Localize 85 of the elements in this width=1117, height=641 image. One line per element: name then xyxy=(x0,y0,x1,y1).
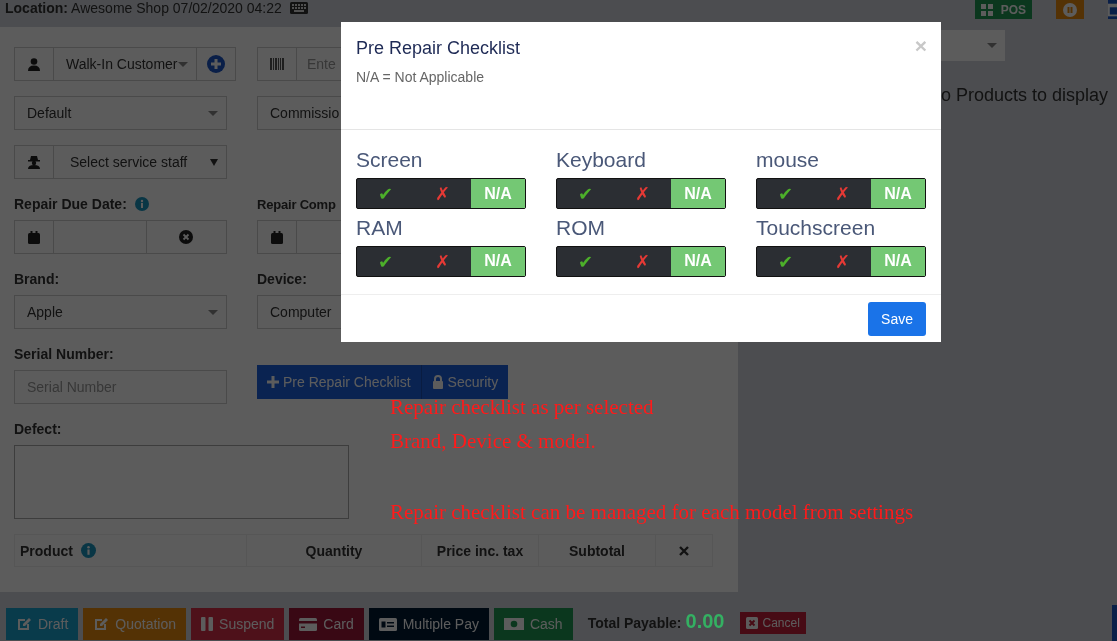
plus-icon xyxy=(267,376,279,388)
pause-button[interactable] xyxy=(1056,0,1084,19)
lock-icon xyxy=(431,375,444,389)
payment-button[interactable]: Multiple Pay xyxy=(368,608,489,640)
window-icon xyxy=(1108,2,1117,17)
field-label: Device: xyxy=(257,271,307,287)
save-button[interactable]: Save xyxy=(868,301,926,336)
toggle-option[interactable]: N/A xyxy=(871,246,925,276)
field-label: Serial Number: xyxy=(14,346,114,362)
close-icon[interactable] xyxy=(679,545,689,556)
customer-select[interactable]: Walk-In Customer xyxy=(14,47,236,81)
user-icon xyxy=(28,57,40,71)
date-field[interactable] xyxy=(14,220,227,254)
info-icon[interactable] xyxy=(134,197,149,211)
money-icon xyxy=(378,617,397,631)
banknote-icon xyxy=(503,618,524,630)
checklist-label: Screen xyxy=(356,148,424,172)
calendar-icon xyxy=(28,230,40,244)
brand-select[interactable]: Apple xyxy=(14,295,227,329)
empty-products-message: o Products to display xyxy=(941,85,1110,106)
close-button[interactable]: × xyxy=(914,34,927,58)
location-text: Location: Awesome Shop 07/02/2020 04:22 xyxy=(5,0,282,16)
clear-icon[interactable] xyxy=(179,230,194,244)
column-header: Quantity xyxy=(247,535,422,566)
edit-icon xyxy=(16,616,32,632)
field-label: Defect: xyxy=(14,421,62,437)
total-payable-label: Total Payable: xyxy=(587,615,682,631)
annotation-text: Brand, Device & model. xyxy=(390,428,597,455)
column-header: Price inc. tax xyxy=(422,535,539,566)
toggle-option[interactable]: ✗ xyxy=(414,179,471,208)
security-button[interactable]: Security xyxy=(420,365,509,399)
payment-button[interactable]: Draft xyxy=(6,608,79,640)
field-label: Brand: xyxy=(14,271,60,287)
field-label: Repair Comp xyxy=(257,196,336,212)
toggle-option[interactable]: N/A xyxy=(671,246,725,276)
edit-icon xyxy=(93,616,110,632)
field-label: Repair Due Date: xyxy=(14,196,127,212)
toggle-option[interactable]: ✔ xyxy=(757,246,814,276)
column-header: Product xyxy=(20,542,73,559)
keyboard-icon[interactable] xyxy=(289,2,308,14)
close-icon xyxy=(746,617,759,629)
toggle-option[interactable]: ✗ xyxy=(814,246,871,276)
price-group-select[interactable]: Default xyxy=(14,96,227,130)
column-header: Subtotal xyxy=(539,535,656,566)
toggle-option[interactable]: ✔ xyxy=(757,179,814,208)
checklist-label: mouse xyxy=(756,148,821,172)
toggle-option[interactable]: ✗ xyxy=(814,179,871,208)
cancel-button[interactable]: Cancel xyxy=(740,612,806,634)
service-staff-select[interactable]: Select service staff xyxy=(14,145,227,179)
toggle-option[interactable]: N/A xyxy=(671,179,725,208)
toggle-option[interactable]: ✔ xyxy=(557,179,614,208)
payment-button[interactable]: Quotation xyxy=(83,608,187,640)
pause-icon xyxy=(201,617,214,631)
pre-repair-checklist-button[interactable]: Pre Repair Checklist xyxy=(257,365,421,399)
defect-text-area[interactable] xyxy=(14,445,349,519)
pause-icon xyxy=(1063,2,1077,17)
info-icon[interactable] xyxy=(80,543,96,558)
add-icon[interactable] xyxy=(207,55,225,73)
toggle-option[interactable]: ✗ xyxy=(614,246,671,276)
payment-button[interactable]: Cash xyxy=(493,608,573,640)
toggle-option[interactable]: ✗ xyxy=(414,246,471,276)
checklist-label: Touchscreen xyxy=(756,215,877,240)
staff-icon xyxy=(28,155,40,169)
toggle-option[interactable]: N/A xyxy=(471,179,525,208)
barcode-icon xyxy=(270,58,284,70)
payment-button[interactable]: Card xyxy=(289,608,364,640)
toggle-option[interactable]: ✔ xyxy=(557,246,614,276)
toggle-option[interactable]: N/A xyxy=(871,179,925,208)
pos-button[interactable]: POS xyxy=(974,0,1032,19)
toggle-option[interactable]: ✔ xyxy=(357,179,414,208)
checklist-label: ROM xyxy=(556,215,606,240)
toggle-option[interactable]: N/A xyxy=(471,246,525,276)
annotation-text: Repair checklist can be managed for each model from settings xyxy=(390,499,914,526)
payment-button[interactable]: Suspend xyxy=(191,608,285,640)
modal-subtitle: N/A = Not Applicable xyxy=(356,69,486,85)
toggle-option[interactable]: ✗ xyxy=(614,179,671,208)
calendar-icon xyxy=(271,230,283,244)
toggle-option[interactable]: ✔ xyxy=(357,246,414,276)
credit-card-icon xyxy=(299,617,318,631)
checklist-label: RAM xyxy=(356,215,404,240)
window-button[interactable] xyxy=(1108,0,1117,19)
grid-icon xyxy=(980,3,993,16)
checklist-label: Keyboard xyxy=(556,148,647,172)
total-payable-amount: 0.00 xyxy=(685,610,725,633)
modal-title: Pre Repair Checklist xyxy=(356,38,521,59)
